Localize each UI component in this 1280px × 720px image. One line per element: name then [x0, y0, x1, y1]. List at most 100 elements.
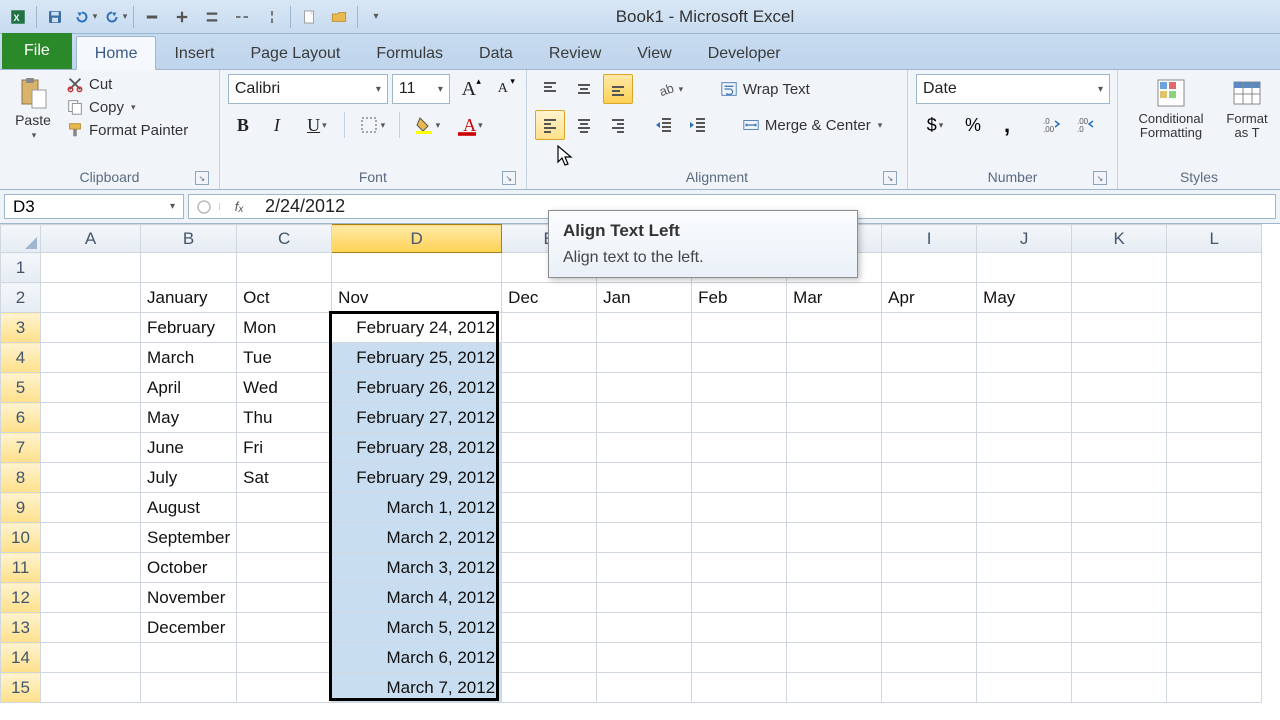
- tab-view[interactable]: View: [619, 37, 689, 69]
- row-header-9[interactable]: 9: [1, 493, 41, 523]
- cell-D12[interactable]: March 4, 2012: [332, 583, 502, 613]
- qat-custom-4[interactable]: [228, 4, 256, 30]
- row-header-10[interactable]: 10: [1, 523, 41, 553]
- cell-L11[interactable]: [1167, 553, 1262, 583]
- align-top-button[interactable]: [535, 74, 565, 104]
- tab-data[interactable]: Data: [461, 37, 531, 69]
- cell-L7[interactable]: [1167, 433, 1262, 463]
- cell-J15[interactable]: [977, 673, 1072, 703]
- cell-D2[interactable]: Nov: [332, 283, 502, 313]
- cell-J14[interactable]: [977, 643, 1072, 673]
- row-header-2[interactable]: 2: [1, 283, 41, 313]
- cell-C13[interactable]: [237, 613, 332, 643]
- cell-B3[interactable]: February: [141, 313, 237, 343]
- undo-button[interactable]: ▾: [71, 4, 99, 30]
- cell-J7[interactable]: [977, 433, 1072, 463]
- cell-L1[interactable]: [1167, 253, 1262, 283]
- shrink-font-button[interactable]: A▾: [488, 74, 518, 104]
- cell-D15[interactable]: March 7, 2012: [332, 673, 502, 703]
- cell-H11[interactable]: [787, 553, 882, 583]
- cell-F13[interactable]: [597, 613, 692, 643]
- chevron-down-icon[interactable]: ▾: [123, 11, 128, 22]
- cell-H8[interactable]: [787, 463, 882, 493]
- cell-F7[interactable]: [597, 433, 692, 463]
- cell-A14[interactable]: [41, 643, 141, 673]
- cut-button[interactable]: Cut: [64, 74, 190, 94]
- cell-A12[interactable]: [41, 583, 141, 613]
- cell-A15[interactable]: [41, 673, 141, 703]
- cell-K6[interactable]: [1072, 403, 1167, 433]
- cell-J8[interactable]: [977, 463, 1072, 493]
- cell-F3[interactable]: [597, 313, 692, 343]
- cell-B5[interactable]: April: [141, 373, 237, 403]
- cell-E5[interactable]: [502, 373, 597, 403]
- borders-button[interactable]: ▾: [351, 110, 393, 140]
- cell-F2[interactable]: Jan: [597, 283, 692, 313]
- cell-I1[interactable]: [882, 253, 977, 283]
- column-header-B[interactable]: B: [141, 225, 237, 253]
- cell-I3[interactable]: [882, 313, 977, 343]
- name-box[interactable]: D3 ▾: [4, 194, 184, 219]
- cell-A11[interactable]: [41, 553, 141, 583]
- tab-insert[interactable]: Insert: [156, 37, 232, 69]
- cell-F4[interactable]: [597, 343, 692, 373]
- row-header-1[interactable]: 1: [1, 253, 41, 283]
- cell-D6[interactable]: February 27, 2012: [332, 403, 502, 433]
- cell-D5[interactable]: February 26, 2012: [332, 373, 502, 403]
- column-header-I[interactable]: I: [882, 225, 977, 253]
- wrap-text-button[interactable]: Wrap Text: [713, 77, 817, 101]
- cell-G5[interactable]: [692, 373, 787, 403]
- cell-K9[interactable]: [1072, 493, 1167, 523]
- cell-D7[interactable]: February 28, 2012: [332, 433, 502, 463]
- cell-A3[interactable]: [41, 313, 141, 343]
- cell-H15[interactable]: [787, 673, 882, 703]
- row-header-6[interactable]: 6: [1, 403, 41, 433]
- cell-I6[interactable]: [882, 403, 977, 433]
- cell-C15[interactable]: [237, 673, 332, 703]
- cell-I4[interactable]: [882, 343, 977, 373]
- cell-G2[interactable]: Feb: [692, 283, 787, 313]
- format-painter-button[interactable]: Format Painter: [64, 120, 190, 140]
- cell-C14[interactable]: [237, 643, 332, 673]
- row-header-14[interactable]: 14: [1, 643, 41, 673]
- cell-L12[interactable]: [1167, 583, 1262, 613]
- redo-button[interactable]: ▾: [101, 4, 129, 30]
- cell-A4[interactable]: [41, 343, 141, 373]
- cell-C8[interactable]: Sat: [237, 463, 332, 493]
- cell-D9[interactable]: March 1, 2012: [332, 493, 502, 523]
- open-file-icon[interactable]: [325, 4, 353, 30]
- orientation-button[interactable]: ab▾: [649, 74, 691, 104]
- cell-K13[interactable]: [1072, 613, 1167, 643]
- font-dialog-launcher[interactable]: ↘: [502, 171, 516, 185]
- cell-E10[interactable]: [502, 523, 597, 553]
- cell-C9[interactable]: [237, 493, 332, 523]
- cell-A1[interactable]: [41, 253, 141, 283]
- cell-G8[interactable]: [692, 463, 787, 493]
- cell-E11[interactable]: [502, 553, 597, 583]
- tab-review[interactable]: Review: [531, 37, 619, 69]
- cell-K3[interactable]: [1072, 313, 1167, 343]
- cell-J11[interactable]: [977, 553, 1072, 583]
- cell-A2[interactable]: [41, 283, 141, 313]
- cell-G3[interactable]: [692, 313, 787, 343]
- cell-L3[interactable]: [1167, 313, 1262, 343]
- chevron-down-icon[interactable]: ▾: [131, 102, 136, 113]
- clipboard-dialog-launcher[interactable]: ↘: [195, 171, 209, 185]
- column-header-K[interactable]: K: [1072, 225, 1167, 253]
- cell-G14[interactable]: [692, 643, 787, 673]
- insert-function-button[interactable]: fx: [219, 199, 259, 214]
- cell-F5[interactable]: [597, 373, 692, 403]
- cell-B8[interactable]: July: [141, 463, 237, 493]
- cell-E12[interactable]: [502, 583, 597, 613]
- conditional-formatting-button[interactable]: Conditional Formatting: [1126, 74, 1216, 141]
- tab-file[interactable]: File: [2, 33, 72, 69]
- cell-D13[interactable]: March 5, 2012: [332, 613, 502, 643]
- new-file-icon[interactable]: [295, 4, 323, 30]
- cell-D1[interactable]: [332, 253, 502, 283]
- cell-F10[interactable]: [597, 523, 692, 553]
- cell-G4[interactable]: [692, 343, 787, 373]
- row-header-7[interactable]: 7: [1, 433, 41, 463]
- column-header-D[interactable]: D: [332, 225, 502, 253]
- font-color-button[interactable]: A ▾: [452, 110, 494, 140]
- row-header-5[interactable]: 5: [1, 373, 41, 403]
